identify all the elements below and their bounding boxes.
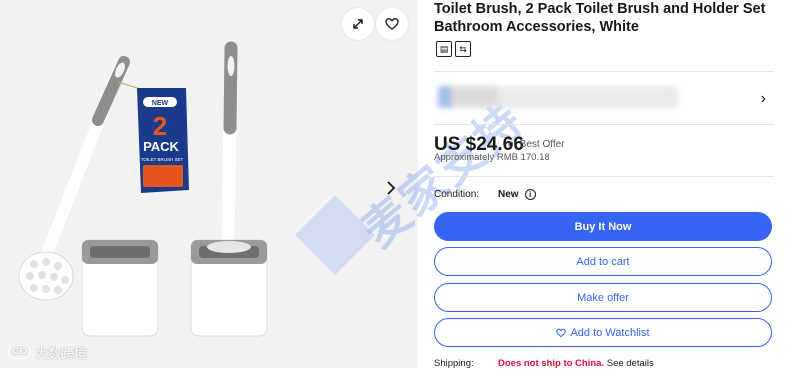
brand-watermark-text: 大数跨境 [35, 345, 88, 361]
condition-value-text: New [498, 189, 519, 200]
divider [434, 124, 774, 125]
product-info-panel: Toilet Brush, 2 Pack Toilet Brush and Ho… [434, 0, 800, 369]
condition-label: Condition: [434, 189, 480, 200]
clipboard-icon[interactable]: ▤ [436, 41, 452, 57]
chevron-right-icon: › [760, 90, 766, 107]
add-to-watchlist-button[interactable]: Add to Watchlist [434, 318, 772, 347]
tag-pack-text: PACK [143, 139, 179, 154]
best-offer-text: or Best Offer [508, 139, 565, 150]
approx-price: Approximately RMB 170.18 [434, 152, 550, 163]
tag-number-text: 2 [153, 111, 167, 141]
tag-new-text: NEW [152, 100, 169, 107]
title-icons: ▤ ⇆ [436, 41, 471, 57]
return-icon[interactable]: ⇆ [455, 41, 471, 57]
chevron-right-icon [387, 181, 396, 195]
brand-watermark-logo: CO [8, 345, 31, 359]
make-offer-button[interactable]: Make offer [434, 283, 772, 312]
shipping-label: Shipping: [434, 358, 474, 369]
shipping-value: Does not ship to China. See details [498, 358, 654, 369]
see-details-link[interactable]: See details [607, 358, 654, 369]
product-image[interactable]: NEW 2 PACK TOILET BRUSH SET [0, 0, 418, 368]
tag-sub-text: TOILET BRUSH SET [141, 157, 184, 162]
divider [434, 176, 774, 177]
divider [434, 71, 774, 72]
condition-value: New i [498, 189, 536, 200]
watch-heart-button[interactable] [376, 8, 408, 40]
info-icon[interactable]: i [524, 189, 536, 200]
shipping-status: Does not ship to China. [498, 358, 605, 369]
seller-info-blurred [438, 86, 678, 108]
brush-head-left [18, 251, 74, 301]
heart-icon [385, 18, 399, 30]
buy-it-now-button[interactable]: Buy It Now [434, 212, 772, 241]
expand-icon [353, 19, 363, 29]
holder-left [81, 239, 159, 337]
holder-right [190, 239, 268, 337]
add-to-cart-button[interactable]: Add to cart [434, 247, 772, 276]
brand-watermark: CO 大数跨境 [8, 342, 87, 362]
next-image-button[interactable] [384, 178, 398, 198]
product-title: Toilet Brush, 2 Pack Toilet Brush and Ho… [434, 1, 766, 35]
expand-image-button[interactable] [342, 8, 374, 40]
watchlist-label: Add to Watchlist [570, 326, 650, 339]
heart-icon [556, 328, 567, 337]
seller-info-row[interactable]: › [434, 80, 774, 116]
image-gallery[interactable]: NEW 2 PACK TOILET BRUSH SET CO 大数跨境 [0, 0, 418, 368]
pack-tag: NEW 2 PACK TOILET BRUSH SET [117, 81, 189, 193]
